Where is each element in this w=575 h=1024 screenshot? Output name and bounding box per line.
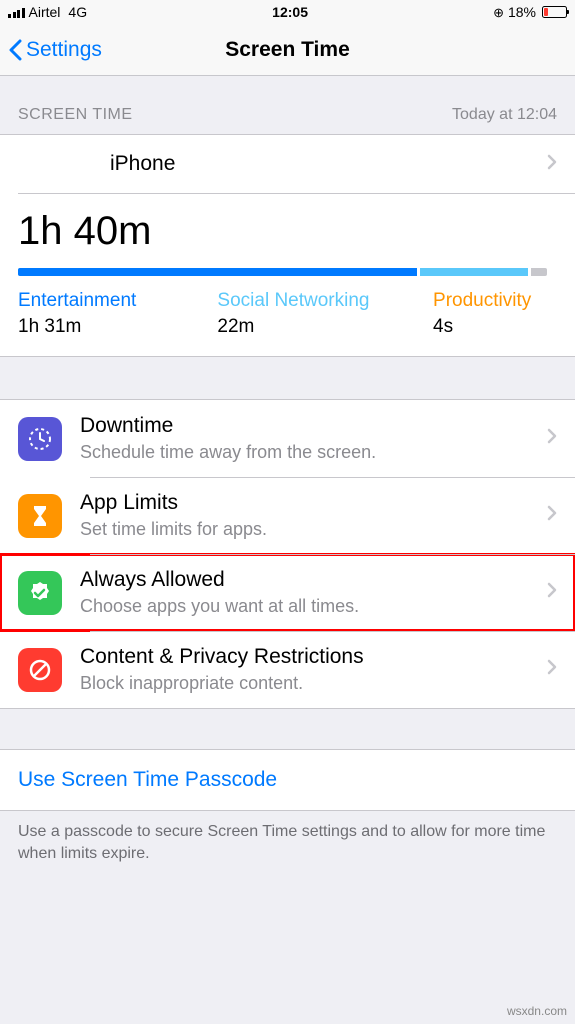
battery-icon <box>542 6 567 18</box>
menu-title: Content & Privacy Restrictions <box>80 645 364 669</box>
menu-title: Always Allowed <box>80 568 359 592</box>
usage-bar <box>18 268 557 276</box>
bar-segment-social <box>420 268 528 276</box>
downtime-icon <box>18 417 62 461</box>
status-time: 12:05 <box>272 4 308 20</box>
category-label: Productivity <box>433 290 531 312</box>
status-bar: Airtel 4G 12:05 ⊕ 18% <box>0 0 575 24</box>
app-limits-icon <box>18 494 62 538</box>
signal-icon <box>8 6 25 18</box>
settings-menu: Downtime Schedule time away from the scr… <box>0 399 575 709</box>
menu-subtitle: Choose apps you want at all times. <box>80 596 359 617</box>
menu-subtitle: Set time limits for apps. <box>80 519 267 540</box>
chevron-right-icon <box>547 505 557 526</box>
menu-content-privacy[interactable]: Content & Privacy Restrictions Block ina… <box>0 631 575 708</box>
usage-summary: 1h 40m Entertainment 1h 31m Social Netwo… <box>0 193 575 356</box>
back-button[interactable]: Settings <box>8 38 102 62</box>
category-value: 4s <box>433 316 531 338</box>
menu-downtime[interactable]: Downtime Schedule time away from the scr… <box>0 400 575 477</box>
category-value: 1h 31m <box>18 316 217 338</box>
passcode-note: Use a passcode to secure Screen Time set… <box>0 811 575 874</box>
chevron-right-icon <box>547 428 557 449</box>
bar-segment-entertainment <box>18 268 417 276</box>
menu-app-limits[interactable]: App Limits Set time limits for apps. <box>0 477 575 554</box>
status-left: Airtel 4G <box>8 4 87 20</box>
category-label: Social Networking <box>217 290 433 312</box>
category-value: 22m <box>217 316 433 338</box>
menu-always-allowed[interactable]: Always Allowed Choose apps you want at a… <box>0 554 575 631</box>
orientation-lock-icon: ⊕ <box>493 6 504 19</box>
back-label: Settings <box>26 38 102 62</box>
status-right: ⊕ 18% <box>493 4 567 20</box>
content-restrictions-icon <box>18 648 62 692</box>
device-row[interactable]: iPhone <box>0 135 575 193</box>
menu-subtitle: Block inappropriate content. <box>80 673 364 694</box>
bar-segment-productivity <box>531 268 547 276</box>
category-social: Social Networking 22m <box>217 290 433 338</box>
section-header-timestamp: Today at 12:04 <box>452 106 557 124</box>
use-passcode-link[interactable]: Use Screen Time Passcode <box>0 749 575 811</box>
network-label: 4G <box>68 4 87 20</box>
summary-card: iPhone 1h 40m Entertainment 1h 31m Socia… <box>0 134 575 357</box>
section-header-label: SCREEN TIME <box>18 106 133 124</box>
menu-title: Downtime <box>80 414 376 438</box>
category-entertainment: Entertainment 1h 31m <box>18 290 217 338</box>
carrier-label: Airtel <box>29 4 61 20</box>
always-allowed-icon <box>18 571 62 615</box>
chevron-left-icon <box>8 39 22 61</box>
section-header-screentime: SCREEN TIME Today at 12:04 <box>0 76 575 134</box>
link-label: Use Screen Time Passcode <box>18 768 277 791</box>
category-breakdown: Entertainment 1h 31m Social Networking 2… <box>18 290 557 338</box>
category-productivity: Productivity 4s <box>433 290 531 338</box>
category-label: Entertainment <box>18 290 217 312</box>
watermark: wsxdn.com <box>507 1004 567 1018</box>
chevron-right-icon <box>547 152 557 176</box>
menu-title: App Limits <box>80 491 267 515</box>
nav-bar: Settings Screen Time <box>0 24 575 76</box>
chevron-right-icon <box>547 659 557 680</box>
total-time: 1h 40m <box>18 209 557 254</box>
chevron-right-icon <box>547 582 557 603</box>
battery-pct: 18% <box>508 4 536 20</box>
menu-subtitle: Schedule time away from the screen. <box>80 442 376 463</box>
device-name: iPhone <box>110 152 175 176</box>
